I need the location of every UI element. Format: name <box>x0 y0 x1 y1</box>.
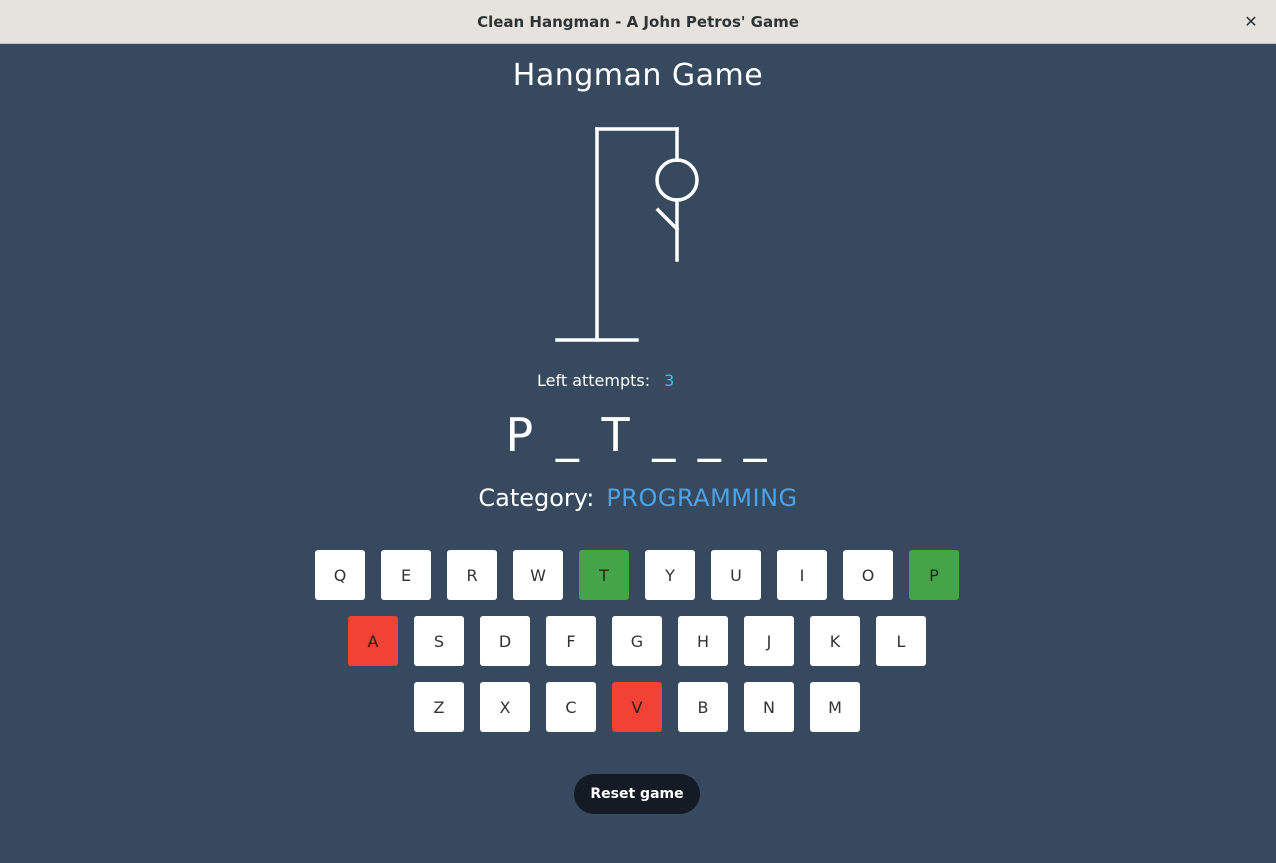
key-y[interactable]: Y <box>645 550 695 600</box>
key-v[interactable]: V <box>612 682 662 732</box>
key-m[interactable]: M <box>810 682 860 732</box>
attempts-count: 3 <box>664 371 675 390</box>
hangman-head <box>655 158 699 202</box>
reset-game-button[interactable]: Reset game <box>574 774 700 814</box>
word-display: P _ T _ _ _ <box>505 408 771 462</box>
key-b[interactable]: B <box>678 682 728 732</box>
category-value: PROGRAMMING <box>606 484 798 512</box>
key-a[interactable]: A <box>348 616 398 666</box>
key-d[interactable]: D <box>480 616 530 666</box>
key-u[interactable]: U <box>711 550 761 600</box>
key-j[interactable]: J <box>744 616 794 666</box>
key-r[interactable]: R <box>447 550 497 600</box>
title-bar: Clean Hangman - A John Petros' Game ✕ <box>0 0 1276 44</box>
key-s[interactable]: S <box>414 616 464 666</box>
key-p[interactable]: P <box>909 550 959 600</box>
keyboard-row-3: ZXCVBNM <box>414 682 860 732</box>
key-n[interactable]: N <box>744 682 794 732</box>
hangman-drawing <box>555 127 699 342</box>
key-c[interactable]: C <box>546 682 596 732</box>
key-l[interactable]: L <box>876 616 926 666</box>
keyboard-row-2: ASDFGHJKL <box>348 616 926 666</box>
hangman-left-arm <box>655 207 680 232</box>
key-i[interactable]: I <box>777 550 827 600</box>
key-f[interactable]: F <box>546 616 596 666</box>
category-display: Category: PROGRAMMING <box>0 484 1276 512</box>
window-title: Clean Hangman - A John Petros' Game <box>477 12 799 31</box>
key-w[interactable]: W <box>513 550 563 600</box>
key-e[interactable]: E <box>381 550 431 600</box>
key-z[interactable]: Z <box>414 682 464 732</box>
category-label: Category: <box>478 484 595 512</box>
key-g[interactable]: G <box>612 616 662 666</box>
keyboard-row-1: QERWTYUIOP <box>315 550 959 600</box>
attempts-display: Left attempts: 3 <box>537 371 674 390</box>
key-o[interactable]: O <box>843 550 893 600</box>
attempts-label: Left attempts: <box>537 371 651 390</box>
close-icon[interactable]: ✕ <box>1240 10 1262 32</box>
key-q[interactable]: Q <box>315 550 365 600</box>
game-title: Hangman Game <box>512 58 764 93</box>
key-k[interactable]: K <box>810 616 860 666</box>
key-x[interactable]: X <box>480 682 530 732</box>
key-t[interactable]: T <box>579 550 629 600</box>
key-h[interactable]: H <box>678 616 728 666</box>
